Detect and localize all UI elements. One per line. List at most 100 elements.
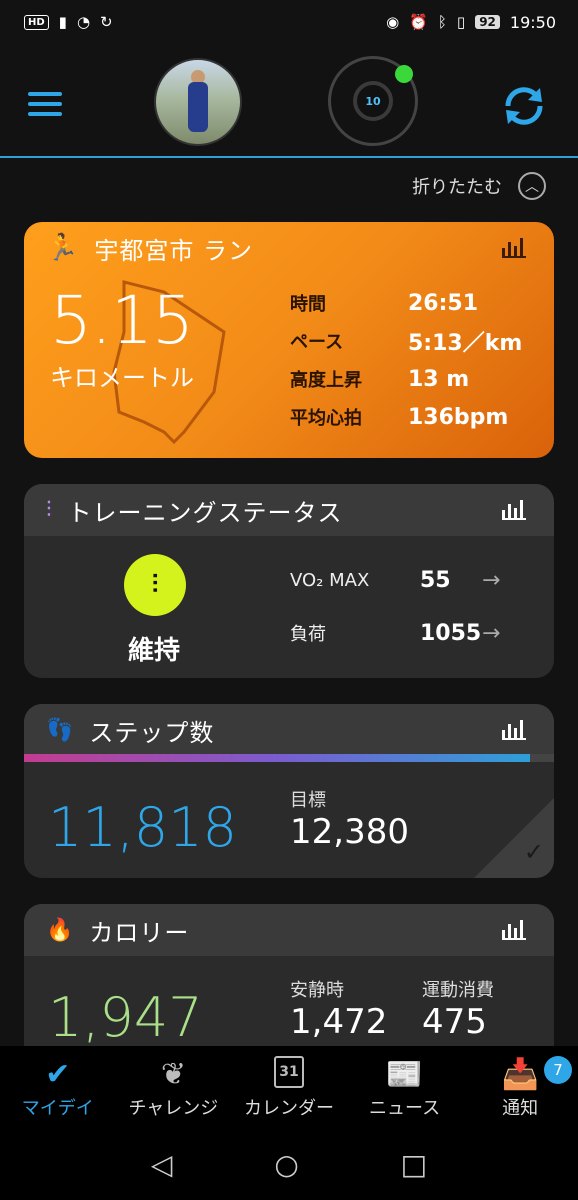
activity-title: 宇都宮市 ラン xyxy=(94,236,254,265)
notification-badge: 7 xyxy=(543,1056,572,1084)
vo2max-label: VO₂ MAX xyxy=(290,570,370,591)
calories-card[interactable]: 🔥 カロリー 1,947 安静時 1,472 運動消費 475 xyxy=(24,904,554,1064)
connected-status-dot xyxy=(395,65,413,83)
status-left: HD ▮ ◔ ↻ xyxy=(24,13,113,31)
stat-value: 13 m xyxy=(408,366,470,392)
training-status-icon: ⫶ xyxy=(46,497,52,523)
calories-card-header: 🔥 カロリー xyxy=(24,904,554,956)
activity-stats: 時間 26:51 ペース 5:13／km 高度上昇 13 m 平均心拍 136b… xyxy=(290,284,540,436)
steps-card-header: 👣 ステップ数 xyxy=(24,704,554,756)
nav-label: マイデイ xyxy=(21,1098,94,1119)
status-right: ◉ ⏰ ᛒ ▯ 92 19:50 xyxy=(386,13,556,32)
activity-card[interactable]: 🏃 宇都宮市 ラン 5.15 キロメートル 時間 26:51 ペース 5:13／… xyxy=(24,222,554,458)
steps-progress-fill xyxy=(24,754,531,762)
laurel-icon: ❦ xyxy=(160,1057,186,1092)
steps-card[interactable]: 👣 ステップ数 11,818 目標 12,380 ✓ xyxy=(24,704,554,878)
load-row[interactable]: 負荷 1055 → xyxy=(290,620,500,646)
training-status-label: 維持 xyxy=(128,636,181,666)
nav-label: ニュース xyxy=(369,1098,441,1119)
sync-icon[interactable] xyxy=(500,82,548,130)
calories-total: 1,947 xyxy=(48,986,203,1049)
signal-icon: ▮ xyxy=(58,13,67,31)
running-icon: 🏃 xyxy=(46,233,79,263)
stat-label: ペース xyxy=(290,332,344,353)
collapse-label: 折りたたむ xyxy=(412,177,502,198)
avatar[interactable] xyxy=(154,58,242,146)
steps-goal: 12,380 xyxy=(290,812,409,852)
inbox-icon: 📥 xyxy=(501,1057,539,1092)
checkmark-icon: ✓ xyxy=(523,838,544,866)
steps-title: ステップ数 xyxy=(89,718,215,747)
steps-progress-bar xyxy=(24,754,554,762)
hd-badge: HD xyxy=(24,14,49,30)
bluetooth-icon: ᛒ xyxy=(437,13,447,31)
calendar-icon: 31 xyxy=(273,1056,304,1088)
training-status-card[interactable]: ⫶ トレーニングステータス ⫶ 維持 VO₂ MAX 55 → 負荷 1055 … xyxy=(24,484,554,678)
newspaper-icon: 📰 xyxy=(385,1057,424,1092)
stat-row-heart-rate: 平均心拍 136bpm xyxy=(290,398,540,436)
training-title: トレーニングステータス xyxy=(67,498,343,527)
system-navigation: ◁ ○ □ xyxy=(0,1128,578,1200)
avatar-runner xyxy=(188,82,208,132)
stat-row-elevation: 高度上昇 13 m xyxy=(290,360,540,398)
bottom-navigation: ✔ マイデイ ❦ チャレンジ 31 カレンダー 📰 ニュース 📥 通知 7 xyxy=(0,1046,578,1128)
arrow-right-icon: → xyxy=(482,620,501,646)
chevron-up-icon[interactable]: ︿ xyxy=(518,172,546,200)
stat-value: 26:51 xyxy=(408,290,479,316)
activity-card-header: 🏃 宇都宮市 ラン xyxy=(24,222,554,274)
stat-label: 時間 xyxy=(290,294,326,315)
load-label: 負荷 xyxy=(290,624,326,645)
bar-chart-icon[interactable] xyxy=(502,238,526,258)
vo2max-row[interactable]: VO₂ MAX 55 → xyxy=(290,568,500,593)
nav-calendar[interactable]: 31 カレンダー xyxy=(231,1046,347,1128)
wifi-icon: ◔ xyxy=(76,13,91,31)
sync-status-icon: ↻ xyxy=(100,13,113,31)
stat-label: 高度上昇 xyxy=(290,370,362,391)
home-icon[interactable]: ○ xyxy=(274,1148,298,1181)
device-watch-button[interactable]: 10 xyxy=(328,56,418,146)
resting-calories-value: 1,472 xyxy=(290,1002,388,1042)
battery-indicator: 92 xyxy=(475,15,500,29)
bar-chart-icon[interactable] xyxy=(502,720,526,740)
clock: 19:50 xyxy=(509,12,556,32)
flame-icon: 🔥 xyxy=(46,917,74,943)
check-icon: ✔ xyxy=(45,1057,71,1092)
training-card-header: ⫶ トレーニングステータス xyxy=(24,484,554,536)
nav-notifications[interactable]: 📥 通知 7 xyxy=(462,1046,578,1128)
stat-value: 5:13／km xyxy=(408,331,523,356)
distance-unit: キロメートル xyxy=(50,364,194,392)
nav-label: 通知 xyxy=(502,1098,539,1119)
steps-goal-label: 目標 xyxy=(290,790,326,811)
bar-chart-icon[interactable] xyxy=(502,500,526,520)
nav-news[interactable]: 📰 ニュース xyxy=(347,1046,463,1128)
nav-challenges[interactable]: ❦ チャレンジ xyxy=(116,1046,232,1128)
app-header: 10 xyxy=(0,44,578,158)
nav-label: チャレンジ xyxy=(128,1098,219,1119)
stat-value: 136bpm xyxy=(408,404,509,430)
active-calories-value: 475 xyxy=(422,1002,487,1042)
vo2max-value: 55 xyxy=(420,568,451,593)
eye-icon: ◉ xyxy=(386,13,400,31)
nav-my-day[interactable]: ✔ マイデイ xyxy=(0,1046,116,1128)
recents-icon[interactable]: □ xyxy=(401,1148,427,1181)
hamburger-menu-icon[interactable] xyxy=(28,92,62,116)
stat-label: 平均心拍 xyxy=(290,408,362,429)
watch-icon: 10 xyxy=(353,81,393,121)
back-icon[interactable]: ◁ xyxy=(151,1148,173,1181)
collapse-toggle[interactable]: 折りたたむ ︿ xyxy=(412,172,546,200)
resting-calories-label: 安静時 xyxy=(290,980,344,1001)
training-maintaining-icon: ⫶ xyxy=(124,554,186,616)
footprints-icon: 👣 xyxy=(46,717,74,743)
status-bar: HD ▮ ◔ ↻ ◉ ⏰ ᛒ ▯ 92 19:50 xyxy=(0,0,578,44)
distance-value: 5.15 xyxy=(50,282,194,359)
bar-chart-icon[interactable] xyxy=(502,920,526,940)
steps-count: 11,818 xyxy=(48,796,237,859)
load-value: 1055 xyxy=(420,620,482,646)
calories-title: カロリー xyxy=(89,918,190,947)
alarm-icon: ⏰ xyxy=(409,13,428,31)
stat-row-pace: ペース 5:13／km xyxy=(290,322,540,360)
nav-label: カレンダー xyxy=(243,1098,334,1119)
vibrate-icon: ▯ xyxy=(456,13,466,31)
arrow-right-icon: → xyxy=(482,568,501,593)
active-calories-label: 運動消費 xyxy=(422,980,494,1001)
